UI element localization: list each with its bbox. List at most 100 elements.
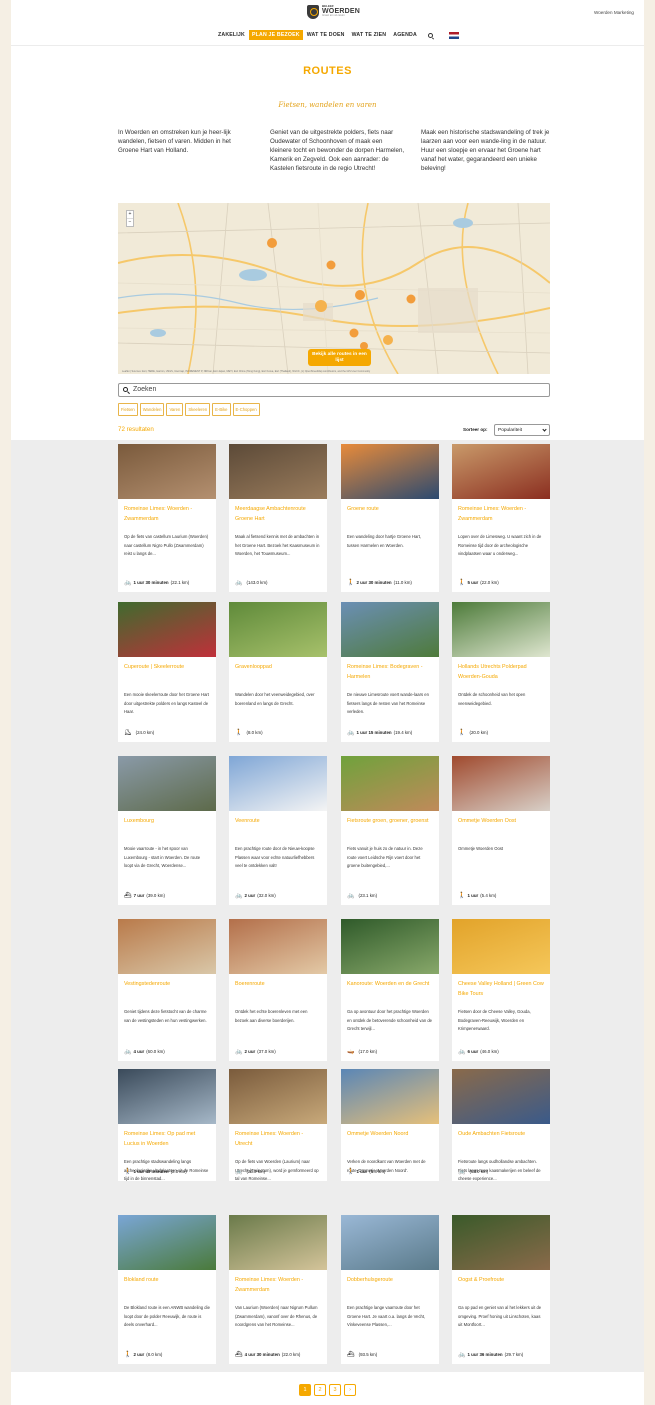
zoom-out-button[interactable]: − (127, 219, 133, 226)
nav-item-wat-te-zien[interactable]: WAT TE ZIEN (349, 30, 390, 40)
route-photo[interactable] (118, 1069, 216, 1124)
filter-varen[interactable]: Varen (166, 403, 184, 416)
route-card[interactable]: Luxembourg Mooie vaarroute - in het spoor… (118, 756, 216, 905)
route-title[interactable]: Hollands Utrechts Polderpad Woerden-Goud… (452, 662, 550, 689)
view-routes-list-button[interactable]: Bekijk alle routes in een lijst (308, 349, 371, 366)
route-card[interactable]: Romeinse Limes: Woerden - Zwammerdam Op d… (118, 444, 216, 592)
route-photo[interactable] (229, 919, 327, 974)
route-card[interactable]: Blokland route De Blokland route is een A… (118, 1215, 216, 1364)
route-title[interactable]: Veenroute (229, 816, 327, 843)
route-title[interactable]: Cuperoute | Skeelerroute (118, 662, 216, 689)
route-photo[interactable] (452, 444, 550, 499)
route-card[interactable]: Groene route Een wandeling door hartje Gr… (341, 444, 439, 592)
route-distance: (19.4 km) (393, 730, 413, 735)
route-title[interactable]: Romeinse Limes: Woerden - Zwammerdam (118, 504, 216, 531)
next-page-button[interactable]: › (344, 1384, 356, 1396)
route-photo[interactable] (229, 1069, 327, 1124)
nav-item-plan-je-bezoek[interactable]: PLAN JE BEZOEK (248, 30, 303, 40)
nav-item-wat-te-doen[interactable]: WAT TE DOEN (304, 30, 348, 40)
route-description: Ontdek het echte boerenleven met een bez… (235, 1009, 308, 1023)
route-title[interactable]: Fietsroute groen, groener, groenst (341, 816, 439, 843)
route-photo[interactable] (341, 919, 439, 974)
route-title[interactable]: Ommetje Woerden Oost (452, 816, 550, 843)
filter-e-choppen[interactable]: E-Choppen (232, 403, 260, 416)
route-photo[interactable] (118, 602, 216, 657)
zoom-in-button[interactable]: + (127, 211, 133, 219)
route-card[interactable]: Dobberhulsgeroute Een prachtige lange vaa… (341, 1215, 439, 1364)
route-card[interactable]: Kanoroute: Woerden en de Grecht Ga op avo… (341, 919, 439, 1061)
route-card[interactable]: Oude Ambachten Fietsroute Fietsroute lang… (452, 1069, 550, 1181)
route-photo[interactable] (341, 1215, 439, 1270)
route-title[interactable]: Groene route (341, 504, 439, 531)
site-logo[interactable]: BELEEF WOERDEN Groen en vol Leven (307, 5, 360, 19)
search-icon[interactable] (427, 32, 433, 38)
route-title[interactable]: Romeinse Limes: Bodegraven - Harmelen (341, 662, 439, 689)
netherlands-flag-icon[interactable] (448, 31, 459, 39)
route-card[interactable]: Meerdaagse Ambachtenroute Groene Hart Maa… (229, 444, 327, 592)
route-card[interactable]: Romeinse Limes: Woerden - Zwammerdam Lope… (452, 444, 550, 592)
page-2-button[interactable]: 2 (314, 1384, 326, 1396)
route-title[interactable]: Blokland route (118, 1275, 216, 1302)
route-title[interactable]: Oogst & Proefroute (452, 1275, 550, 1302)
route-title[interactable]: Cheese Valley Holland | Green Cow Bike T… (452, 979, 550, 1006)
route-photo[interactable] (229, 602, 327, 657)
route-photo[interactable] (341, 602, 439, 657)
route-title[interactable]: Meerdaagse Ambachtenroute Groene Hart (229, 504, 327, 531)
route-card[interactable]: Cuperoute | Skeelerroute Een mooie skeele… (118, 602, 216, 742)
route-photo[interactable] (229, 444, 327, 499)
route-title[interactable]: Vestingstedenroute (118, 979, 216, 1006)
route-card[interactable]: Romeinse Limes: Op pad met Lucius in Woe… (118, 1069, 216, 1181)
route-photo[interactable] (341, 1069, 439, 1124)
search-input[interactable]: Zoeken (118, 383, 550, 397)
route-card[interactable]: Fietsroute groen, groener, groenst Fiets … (341, 756, 439, 905)
route-card[interactable]: Ommetje Woerden Oost Ommetje Woerden Oost… (452, 756, 550, 905)
woerden-marketing-link[interactable]: Woerden Marketing (594, 10, 634, 15)
route-card[interactable]: Romeinse Limes: Bodegraven - Harmelen De … (341, 602, 439, 742)
route-photo[interactable] (118, 756, 216, 811)
route-title[interactable]: Boerenroute (229, 979, 327, 1006)
filter-e-bike[interactable]: E-Bike (212, 403, 231, 416)
route-title[interactable]: Dobberhulsgeroute (341, 1275, 439, 1302)
route-title[interactable]: Romeinse Limes: Woerden - Zwammerdam (229, 1275, 327, 1302)
route-photo[interactable] (452, 919, 550, 974)
route-title[interactable]: Oude Ambachten Fietsroute (452, 1129, 550, 1156)
route-card[interactable]: Veenroute Een prachtige route door de Nie… (229, 756, 327, 905)
route-photo[interactable] (452, 1215, 550, 1270)
route-card[interactable]: Oogst & Proefroute Ga op pad en geniet va… (452, 1215, 550, 1364)
route-card[interactable]: Vestingstedenroute Geniet tijdens deze fi… (118, 919, 216, 1061)
route-photo[interactable] (229, 1215, 327, 1270)
route-card[interactable]: Hollands Utrechts Polderpad Woerden-Goud… (452, 602, 550, 742)
route-title[interactable]: Romeinse Limes: Op pad met Lucius in Woe… (118, 1129, 216, 1156)
page-3-button[interactable]: 3 (329, 1384, 341, 1396)
filter-skeeleren[interactable]: Skeeleren (185, 403, 211, 416)
route-photo[interactable] (341, 756, 439, 811)
nav-item-agenda[interactable]: AGENDA (390, 30, 420, 40)
route-title[interactable]: Romeinse Limes: Woerden - Utrecht (229, 1129, 327, 1156)
filter-fietsen[interactable]: Fietsen (118, 403, 138, 416)
route-photo[interactable] (452, 602, 550, 657)
route-card[interactable]: Romeinse Limes: Woerden - Zwammerdam Van … (229, 1215, 327, 1364)
filter-wandelen[interactable]: Wandelen (139, 403, 165, 416)
route-photo[interactable] (118, 444, 216, 499)
route-photo[interactable] (452, 1069, 550, 1124)
route-title[interactable]: Romeinse Limes: Woerden - Zwammerdam (452, 504, 550, 531)
route-card[interactable]: Cheese Valley Holland | Green Cow Bike T… (452, 919, 550, 1061)
route-photo[interactable] (118, 1215, 216, 1270)
route-title[interactable]: Ommetje Woerden Noord (341, 1129, 439, 1156)
route-title[interactable]: Gravenlooppad (229, 662, 327, 689)
route-photo[interactable] (118, 919, 216, 974)
route-card[interactable]: Romeinse Limes: Woerden - Utrecht Op de f… (229, 1069, 327, 1181)
route-card[interactable]: Boerenroute Ontdek het echte boerenleven … (229, 919, 327, 1061)
routes-map[interactable]: + − Bekijk alle routes in een lijst Leaf… (118, 203, 550, 374)
route-photo[interactable] (452, 756, 550, 811)
route-meta: 🚲 2 uur (32.0 km) (235, 892, 276, 899)
nav-item-zakelijk[interactable]: ZAKELIJK (215, 30, 248, 40)
route-card[interactable]: Gravenlooppad Wandelen door het veenweide… (229, 602, 327, 742)
route-title[interactable]: Kanoroute: Woerden en de Grecht (341, 979, 439, 1006)
page-1-button[interactable]: 1 (299, 1384, 311, 1396)
route-card[interactable]: Ommetje Woerden Noord Verken de noordkant… (341, 1069, 439, 1181)
route-photo[interactable] (341, 444, 439, 499)
route-photo[interactable] (229, 756, 327, 811)
route-title[interactable]: Luxembourg (118, 816, 216, 843)
sort-select[interactable]: Populariteit (494, 424, 550, 436)
